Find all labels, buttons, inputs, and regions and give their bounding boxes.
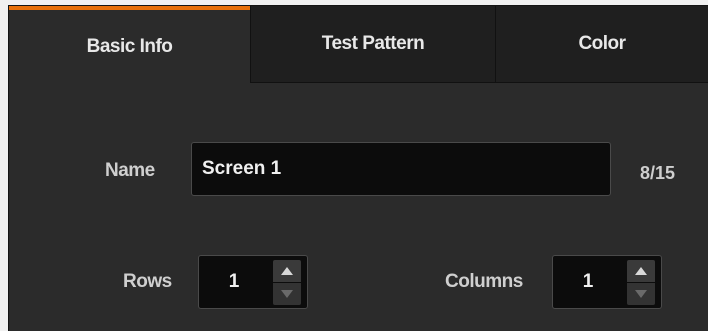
name-input[interactable]: [191, 142, 611, 196]
rows-value[interactable]: 1: [199, 256, 269, 308]
tab-bar: Basic Info Test Pattern Color: [9, 6, 708, 83]
rows-label: Rows: [123, 271, 172, 292]
tab-color-label: Color: [578, 33, 626, 54]
columns-label: Columns: [445, 271, 523, 292]
columns-increment-button[interactable]: [627, 260, 655, 282]
caret-down-icon: [635, 290, 647, 298]
columns-stepper[interactable]: 1: [552, 255, 662, 309]
name-label: Name: [105, 160, 155, 181]
screen-settings-panel: Basic Info Test Pattern Color Name 8/15 …: [8, 5, 708, 331]
tab-color[interactable]: Color: [495, 6, 708, 83]
tab-test-pattern-label: Test Pattern: [321, 33, 425, 54]
name-char-counter: 8/15: [640, 163, 676, 183]
tab-basic-info-label: Basic Info: [86, 35, 173, 57]
rows-decrement-button[interactable]: [273, 283, 301, 305]
rows-stepper[interactable]: 1: [198, 255, 308, 309]
columns-decrement-button[interactable]: [627, 283, 655, 305]
caret-up-icon: [281, 267, 293, 275]
caret-up-icon: [635, 267, 647, 275]
columns-value[interactable]: 1: [553, 256, 623, 308]
tab-test-pattern[interactable]: Test Pattern: [250, 6, 495, 83]
rows-increment-button[interactable]: [273, 260, 301, 282]
caret-down-icon: [281, 290, 293, 298]
tab-basic-info[interactable]: Basic Info: [9, 6, 250, 83]
